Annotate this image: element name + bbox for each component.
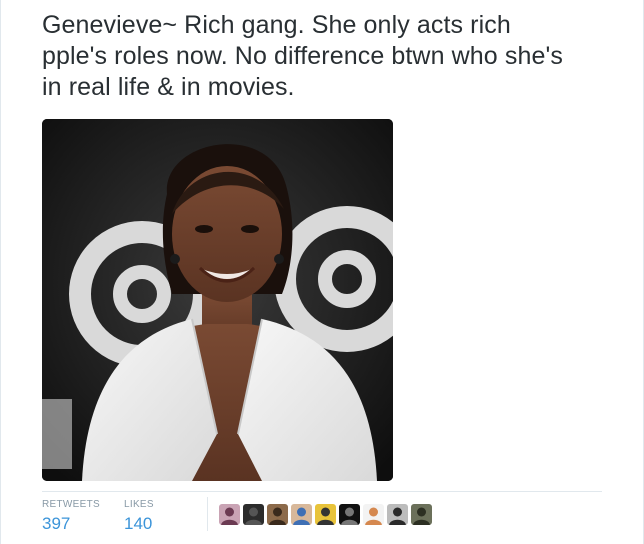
avatar-2-icon — [243, 504, 264, 525]
liker-avatar[interactable] — [291, 504, 312, 525]
liker-avatar[interactable] — [315, 504, 336, 525]
liker-avatar[interactable] — [243, 504, 264, 525]
avatar-1-icon — [219, 504, 240, 525]
avatar-8-icon — [387, 504, 408, 525]
tweet-photo[interactable] — [42, 119, 393, 481]
retweets-label: RETWEETS — [42, 499, 100, 510]
retweets-count[interactable]: 397 — [42, 513, 100, 535]
liker-avatar[interactable] — [411, 504, 432, 525]
likes-count[interactable]: 140 — [124, 513, 154, 535]
photo-woman-icon — [42, 119, 393, 481]
tweet-text-line: in real life & in movies. — [42, 73, 295, 101]
avatar-9-icon — [411, 504, 432, 525]
liker-avatars — [219, 504, 432, 525]
tweet-text-line: pple's roles now. No difference btwn who… — [42, 42, 563, 70]
tweet-text-line: Genevieve~ Rich gang. She only acts rich — [42, 11, 511, 39]
stats-separator — [207, 497, 208, 531]
avatar-3-icon — [267, 504, 288, 525]
liker-avatar[interactable] — [363, 504, 384, 525]
liker-avatar[interactable] — [219, 504, 240, 525]
liker-avatar[interactable] — [387, 504, 408, 525]
stats-divider — [42, 491, 602, 492]
liker-avatar[interactable] — [267, 504, 288, 525]
liker-avatar[interactable] — [339, 504, 360, 525]
frame-left-border — [0, 0, 1, 544]
avatar-6-icon — [339, 504, 360, 525]
tweet-text: Genevieve~ Rich gang. She only acts rich… — [42, 10, 632, 103]
avatar-5-icon — [315, 504, 336, 525]
likes-label: LIKES — [124, 499, 154, 510]
avatar-7-icon — [363, 504, 384, 525]
likes-stat[interactable]: LIKES 140 — [124, 499, 154, 535]
avatar-4-icon — [291, 504, 312, 525]
retweets-stat[interactable]: RETWEETS 397 — [42, 499, 100, 535]
